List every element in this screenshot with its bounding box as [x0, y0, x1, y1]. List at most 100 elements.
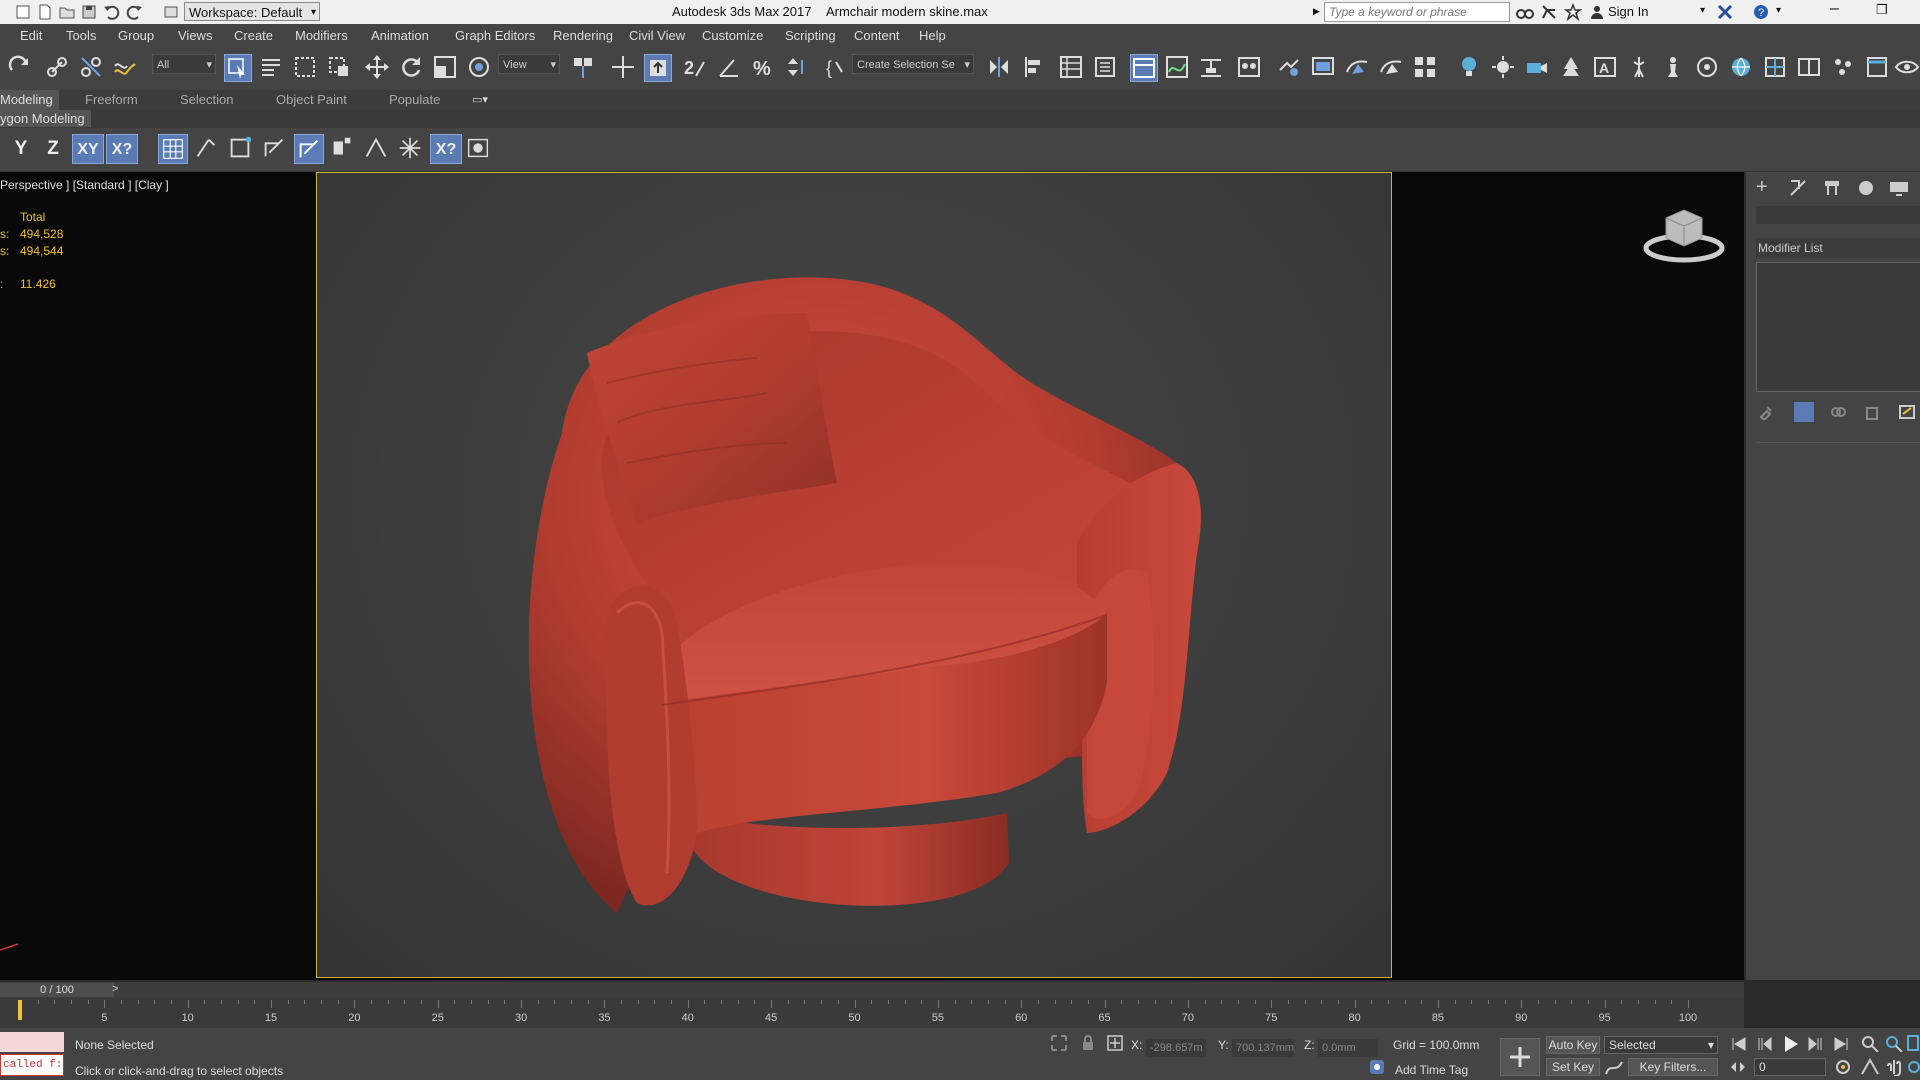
- placement-icon[interactable]: [466, 54, 492, 80]
- time-configuration-icon[interactable]: [1834, 1058, 1852, 1076]
- undo-icon[interactable]: [102, 3, 120, 21]
- lock-selection-icon[interactable]: [1080, 1034, 1096, 1052]
- z-coordinate-field[interactable]: 0.0mm: [1318, 1039, 1378, 1057]
- communication-icon[interactable]: [1540, 3, 1558, 21]
- make-unique-icon[interactable]: [1830, 404, 1846, 420]
- menu-scripting[interactable]: Scripting: [785, 28, 836, 43]
- camera-icon[interactable]: [1524, 54, 1550, 80]
- material-editor-icon[interactable]: [1236, 54, 1262, 80]
- menu-group[interactable]: Group: [118, 28, 154, 43]
- set-key-button[interactable]: Set Key: [1546, 1058, 1600, 1076]
- key-mode-dropdown[interactable]: Selected ▾: [1604, 1036, 1718, 1054]
- absolute-mode-icon[interactable]: [1106, 1034, 1124, 1052]
- redo-icon[interactable]: [6, 54, 32, 80]
- track-bar[interactable]: 5 10 15 20 25 30 35 40 45 50 55 60 65 70 75 80 85 90 95 100: [0, 998, 1744, 1028]
- redo-icon[interactable]: [126, 3, 144, 21]
- menu-graph-editors[interactable]: Graph Editors: [455, 28, 535, 43]
- create-tab-icon[interactable]: +: [1756, 176, 1768, 199]
- snap-frozen-icon[interactable]: [464, 134, 494, 164]
- new-file-icon[interactable]: [36, 3, 54, 21]
- align-icon[interactable]: [1020, 54, 1046, 80]
- snap-options-icon[interactable]: [396, 134, 426, 164]
- hierarchy-tab-icon[interactable]: [1822, 178, 1842, 198]
- zoom-icon[interactable]: [1860, 1034, 1880, 1052]
- viewport-label[interactable]: Perspective ] [Standard ] [Clay ]: [0, 178, 169, 192]
- pan-view-icon[interactable]: [1884, 1058, 1904, 1076]
- snap-perpendicular-icon[interactable]: [362, 134, 392, 164]
- mirror-icon[interactable]: [986, 54, 1012, 80]
- chair-base[interactable]: [687, 813, 1009, 906]
- window-crossing-icon[interactable]: [326, 54, 352, 80]
- minimize-icon[interactable]: –: [1830, 0, 1839, 18]
- configure-modifier-sets-icon[interactable]: [1898, 404, 1916, 420]
- help-icon[interactable]: ?: [1752, 3, 1770, 21]
- spinner-snap-icon[interactable]: [784, 54, 810, 80]
- remove-modifier-icon[interactable]: [1864, 404, 1880, 420]
- save-icon[interactable]: [80, 3, 98, 21]
- sweep-icon[interactable]: [1762, 54, 1788, 80]
- menu-customize[interactable]: Customize: [702, 28, 763, 43]
- snap-midpoint-icon[interactable]: [328, 134, 358, 164]
- angle-snap-icon[interactable]: [716, 54, 742, 80]
- render-iterative-icon[interactable]: [1378, 54, 1404, 80]
- x-coordinate-field[interactable]: -298.657m: [1146, 1039, 1206, 1057]
- y-coordinate-field[interactable]: 700.137mm: [1232, 1039, 1294, 1057]
- rendered-frame-window-icon[interactable]: [1310, 54, 1336, 80]
- menu-create[interactable]: Create: [234, 28, 273, 43]
- foliage-icon[interactable]: [1558, 54, 1584, 80]
- menu-help[interactable]: Help: [919, 28, 946, 43]
- app-menu-icon[interactable]: [14, 3, 32, 21]
- viewport-layout-icon[interactable]: [1796, 54, 1822, 80]
- rotate-icon[interactable]: [398, 54, 424, 80]
- snap-pivot-icon[interactable]: [192, 134, 222, 164]
- time-tag-icon[interactable]: [1368, 1058, 1386, 1076]
- open-folder-icon[interactable]: [58, 3, 76, 21]
- scene-explorer-icon[interactable]: [1058, 54, 1084, 80]
- time-slider-thumb[interactable]: 0 / 100: [0, 983, 114, 997]
- show-end-result-icon[interactable]: [1794, 402, 1814, 422]
- restore-icon[interactable]: ❐: [1876, 2, 1888, 18]
- select-manipulate-icon[interactable]: [610, 54, 636, 80]
- menu-tools[interactable]: Tools: [66, 28, 96, 43]
- reference-coordinate-dropdown[interactable]: View ▾: [498, 54, 560, 74]
- layer-explorer-icon[interactable]: [1092, 54, 1118, 80]
- maxscript-listener[interactable]: [0, 1032, 64, 1052]
- tab-freeform[interactable]: Freeform: [85, 92, 138, 107]
- play-icon[interactable]: [1782, 1034, 1800, 1054]
- bind-space-warp-icon[interactable]: [112, 54, 138, 80]
- viewport-eye-icon[interactable]: [1894, 54, 1920, 80]
- key-filters-button[interactable]: Key Filters...: [1628, 1058, 1718, 1076]
- menu-content[interactable]: Content: [854, 28, 900, 43]
- named-selection-set-dropdown[interactable]: Create Selection Se ▾: [852, 54, 974, 74]
- schematic-view-icon[interactable]: [1198, 54, 1224, 80]
- particle-view-icon[interactable]: [1830, 54, 1856, 80]
- chevron-right-icon[interactable]: ▶: [1313, 6, 1320, 17]
- tab-object-paint[interactable]: Object Paint: [276, 92, 347, 107]
- menu-views[interactable]: Views: [178, 28, 212, 43]
- workspace-dropdown[interactable]: Workspace: Default ▾: [184, 2, 320, 21]
- field-of-view-icon[interactable]: [1860, 1058, 1880, 1076]
- sun-positioner-icon[interactable]: [1490, 54, 1516, 80]
- modify-tab-icon[interactable]: [1788, 178, 1808, 198]
- percent-snap-icon[interactable]: %: [750, 54, 776, 80]
- modifier-list-dropdown[interactable]: Modifier List: [1756, 238, 1920, 258]
- snap-axis-constraint-button[interactable]: X?: [430, 134, 462, 164]
- menu-edit[interactable]: Edit: [20, 28, 42, 43]
- binoculars-icon[interactable]: [1516, 3, 1534, 21]
- tab-selection[interactable]: Selection: [180, 92, 233, 107]
- set-keys-button[interactable]: [1500, 1038, 1540, 1076]
- unlink-icon[interactable]: [78, 54, 104, 80]
- favorites-star-icon[interactable]: [1563, 2, 1583, 22]
- render-setup-icon[interactable]: [1276, 54, 1302, 80]
- tab-populate[interactable]: Populate: [389, 92, 440, 107]
- ribbon-options-icon[interactable]: ▭▾: [472, 93, 488, 106]
- rotate-view-icon[interactable]: [1694, 54, 1720, 80]
- viewcube[interactable]: [1642, 204, 1726, 268]
- modifier-stack[interactable]: [1756, 262, 1920, 392]
- next-frame-arrow-icon[interactable]: >: [112, 983, 118, 995]
- menu-animation[interactable]: Animation: [371, 28, 429, 43]
- snap-face-icon[interactable]: [294, 134, 324, 164]
- project-folder-icon[interactable]: [162, 3, 180, 21]
- constrain-y-button[interactable]: Y: [6, 134, 36, 164]
- current-frame-field[interactable]: 0: [1754, 1058, 1826, 1076]
